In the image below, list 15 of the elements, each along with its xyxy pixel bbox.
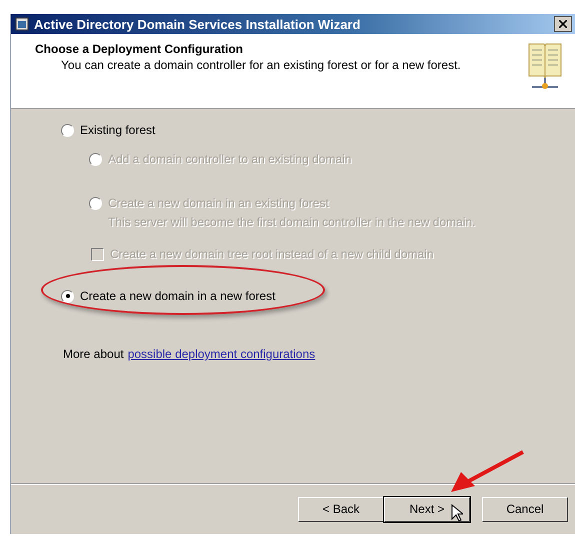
close-button[interactable] [554, 16, 572, 32]
radio-button[interactable] [61, 124, 74, 136]
page-subtitle: You can create a domain controller for an existing forest or for a new forest. [60, 58, 462, 72]
wizard-button[interactable]: < Back [298, 496, 384, 522]
wizard-button[interactable]: Cancel [482, 496, 568, 522]
more-about-text: More about [63, 347, 124, 361]
close-icon [559, 20, 567, 28]
window-icon [15, 17, 29, 31]
radio-button[interactable] [61, 290, 74, 302]
mouse-cursor-icon [451, 504, 463, 522]
option-label: Existing forest [80, 123, 156, 137]
deployment-configurations-link[interactable]: possible deployment configurations [128, 347, 316, 361]
option-label: Create a new domain in a new forest [80, 289, 276, 303]
page-title: Choose a Deployment Configuration [35, 42, 244, 56]
window-title: Active Directory Domain Services Installation Wizard [34, 16, 362, 32]
